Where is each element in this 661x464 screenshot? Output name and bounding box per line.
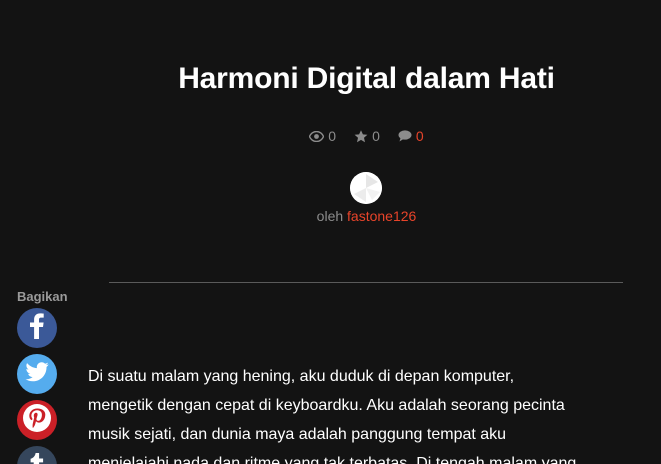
article-line: musik sejati, dan dunia maya adalah pang… [88,426,507,443]
article-line: mengetik dengan cepat di keyboardku. Aku… [88,397,565,414]
article-body: Di suatu malam yang hening, aku duduk di… [88,362,618,464]
article-stats: 0 0 0 [0,128,661,144]
views-count: 0 [328,128,337,144]
rating-count: 0 [372,128,380,144]
byline-prefix: oleh [316,208,344,224]
share-label: Bagikan [17,289,68,304]
article-line: Di suatu malam yang hening, aku duduk di… [88,368,515,385]
twitter-share-button[interactable] [17,354,57,394]
eye-icon [309,130,325,142]
twitter-icon [25,361,49,387]
pinterest-share-button[interactable] [17,400,57,440]
views-stat: 0 [309,128,336,144]
tumblr-share-button[interactable] [17,446,57,464]
author-avatar[interactable] [350,172,382,204]
article-title: Harmoni Digital dalam Hati [178,62,555,95]
pinterest-icon [22,403,52,438]
comments-stat[interactable]: 0 [398,128,424,144]
comment-icon [398,130,412,142]
facebook-icon [30,312,44,344]
byline: oleh fastone126 [0,208,661,224]
facebook-share-button[interactable] [17,308,57,348]
divider [109,282,623,283]
star-icon [354,129,368,143]
tumblr-icon [30,452,44,464]
comments-count: 0 [415,128,424,144]
rating-stat: 0 [354,128,380,144]
author-link[interactable]: fastone126 [347,208,416,224]
article-line: menjelajahi nada dan ritme yang tak terb… [88,455,577,464]
page: Harmoni Digital dalam Hati 0 0 0 oleh fa… [0,0,661,464]
